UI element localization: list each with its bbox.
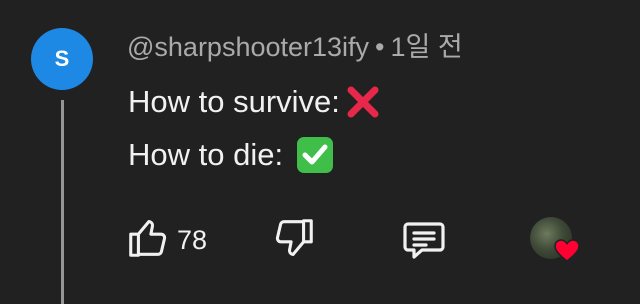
comment-text: How to die: bbox=[128, 137, 292, 172]
cross-mark-emoji bbox=[344, 83, 382, 121]
like-count: 78 bbox=[177, 225, 208, 255]
thumbs-up-icon bbox=[125, 215, 171, 266]
comment-thread: S @sharpshooter13ify • 1일 전 How to survive… bbox=[0, 0, 640, 304]
creator-heart-icon bbox=[554, 239, 580, 268]
meta-separator: • bbox=[375, 32, 385, 62]
thumbs-down-icon bbox=[271, 215, 317, 266]
avatar[interactable]: S bbox=[31, 28, 93, 90]
reply-button[interactable] bbox=[400, 215, 448, 268]
author-handle[interactable]: @sharpshooter13ify bbox=[127, 32, 369, 62]
check-mark-button-emoji bbox=[296, 136, 334, 174]
comment-text-line-2: How to die: bbox=[128, 135, 334, 175]
like-button[interactable]: 78 bbox=[125, 215, 207, 266]
comment-icon bbox=[400, 215, 448, 268]
comment-text-line-1: How to survive: bbox=[128, 82, 382, 122]
dislike-button[interactable] bbox=[271, 215, 317, 266]
comment-time[interactable]: 1일 전 bbox=[391, 32, 463, 62]
thread-line bbox=[61, 100, 64, 304]
creator-heart-badge[interactable] bbox=[530, 217, 580, 268]
avatar-letter: S bbox=[54, 46, 70, 71]
comment-meta: @sharpshooter13ify • 1일 전 bbox=[127, 30, 463, 64]
comment-text: How to survive: bbox=[128, 84, 340, 119]
